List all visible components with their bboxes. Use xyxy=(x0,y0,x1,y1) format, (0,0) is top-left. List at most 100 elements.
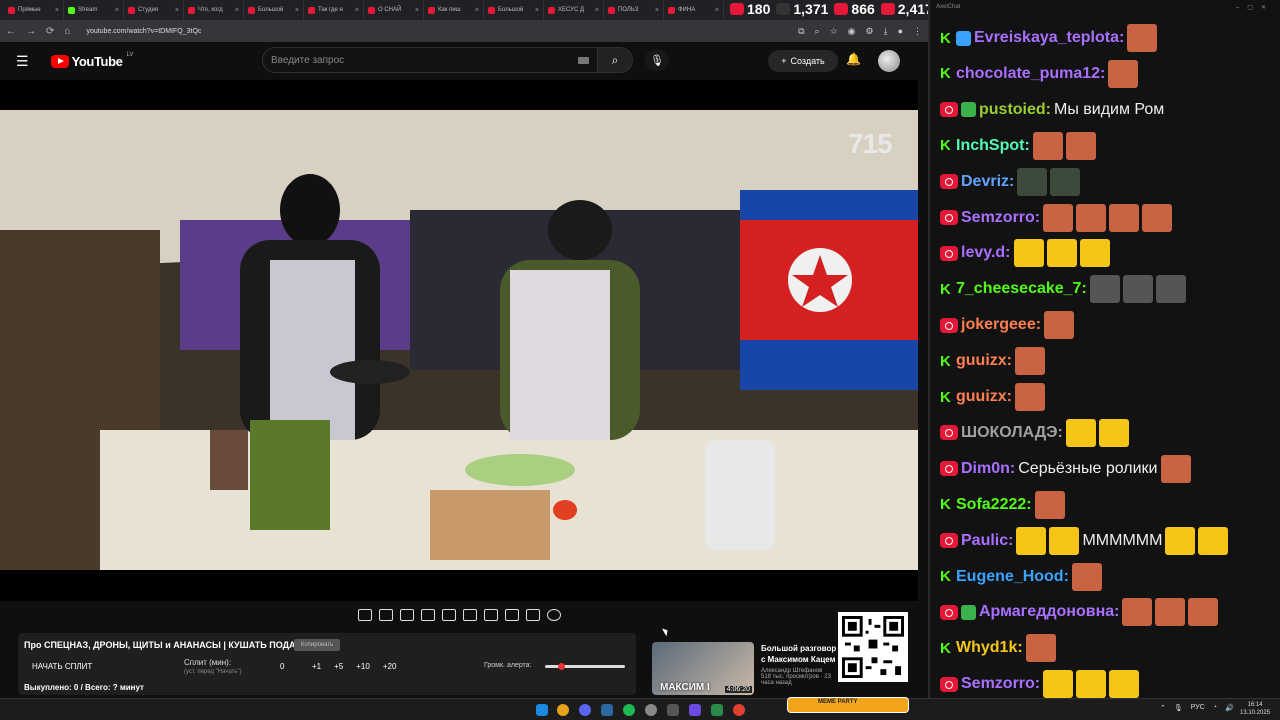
reload-icon[interactable]: ⟳ xyxy=(46,26,54,37)
chat-username[interactable]: chocolate_puma12: xyxy=(956,65,1105,83)
browser-tab[interactable]: Что, когд × xyxy=(184,1,244,19)
screenshot-icon[interactable] xyxy=(525,608,540,621)
copy-button[interactable]: Копировать xyxy=(294,639,340,651)
forward-icon[interactable]: → xyxy=(26,26,36,37)
avatar[interactable] xyxy=(878,50,900,72)
back-icon[interactable]: ← xyxy=(6,26,16,37)
browser-tab[interactable]: О СНАЙ × xyxy=(364,1,424,19)
start-split-button[interactable]: НАЧАТЬ СПЛИТ xyxy=(32,662,92,671)
chat-username[interactable]: jokergeee: xyxy=(961,316,1041,334)
chat-username[interactable]: Армагеддоновна: xyxy=(979,603,1119,621)
video-player[interactable]: 715 xyxy=(0,80,918,601)
close-tab-icon[interactable]: × xyxy=(595,7,599,14)
profile-icon[interactable]: ● xyxy=(898,26,903,37)
discord-icon[interactable] xyxy=(579,704,591,716)
app-icon[interactable] xyxy=(667,704,679,716)
download-icon[interactable]: ⤓ xyxy=(884,26,888,37)
close-tab-icon[interactable]: × xyxy=(55,7,59,14)
extension-icon[interactable]: ◉ xyxy=(848,26,856,37)
loop-icon[interactable] xyxy=(357,608,372,621)
chat-username[interactable]: Sofa2222: xyxy=(956,496,1032,514)
close-tab-icon[interactable]: × xyxy=(415,7,419,14)
chat-username[interactable]: InchSpot: xyxy=(956,137,1030,155)
theater-icon[interactable] xyxy=(462,608,477,621)
chat-username[interactable]: Eugene_Hood: xyxy=(956,568,1069,586)
browser-tab[interactable]: Прямые × xyxy=(4,1,64,19)
alert-volume-slider[interactable] xyxy=(545,663,625,670)
bookmark-star-icon[interactable]: ☆ xyxy=(830,26,838,37)
chat-username[interactable]: Semzorro: xyxy=(961,209,1040,227)
close-tab-icon[interactable]: × xyxy=(295,7,299,14)
close-tab-icon[interactable]: × xyxy=(115,7,119,14)
close-tab-icon[interactable]: × xyxy=(655,7,659,14)
recommended-video-thumbnail[interactable]: МАКСИМ І 4:06:20 xyxy=(652,642,754,695)
clock[interactable]: 16:14 13.10.2025 xyxy=(1240,701,1270,717)
add-icon[interactable] xyxy=(504,608,519,621)
steam-icon[interactable] xyxy=(601,704,613,716)
telegram-icon[interactable] xyxy=(733,704,745,716)
browser-tab[interactable]: ФИНА × xyxy=(664,1,724,19)
zoom-icon[interactable]: ⌕ xyxy=(815,26,820,37)
notifications-bell-icon[interactable]: 🔔 xyxy=(846,52,861,66)
close-tab-icon[interactable]: × xyxy=(475,7,479,14)
recommended-video-info[interactable]: Большой разговор с Максимом Кацем Алекса… xyxy=(761,643,841,686)
keyboard-icon[interactable] xyxy=(578,56,589,64)
split-value[interactable]: 0 xyxy=(280,662,284,671)
speed-icon[interactable] xyxy=(483,608,498,621)
chat-username[interactable]: pustoied: xyxy=(979,101,1051,119)
chat-username[interactable]: Devriz: xyxy=(961,173,1014,191)
recommended-title[interactable]: Большой разговор с Максимом Кацем xyxy=(761,643,841,665)
chat-username[interactable]: Dim0n: xyxy=(961,460,1015,478)
browser-tab[interactable]: Большой × xyxy=(244,1,304,19)
browser-tab[interactable]: Stream × xyxy=(64,1,124,19)
chat-username[interactable]: Semzorro: xyxy=(961,675,1040,693)
settings-gear-icon[interactable] xyxy=(546,608,561,621)
volume-icon[interactable]: 🔊 xyxy=(1225,704,1234,712)
more-icon[interactable]: ⋮ xyxy=(913,26,922,37)
chat-username[interactable]: 7_cheesecake_7: xyxy=(956,280,1087,298)
player-icon[interactable] xyxy=(689,704,701,716)
clip-icon[interactable] xyxy=(399,608,414,621)
chat-username[interactable]: Evreiskaya_teplota: xyxy=(974,29,1124,47)
slider-handle[interactable] xyxy=(558,663,565,670)
chat-username[interactable]: guuizx: xyxy=(956,352,1012,370)
add-5-button[interactable]: +5 xyxy=(334,662,343,671)
add-10-button[interactable]: +10 xyxy=(356,662,370,671)
chat-username[interactable]: ШОКОЛАДЭ: xyxy=(961,424,1063,442)
browser-tab[interactable]: Студия × xyxy=(124,1,184,19)
audio-icon[interactable] xyxy=(378,608,393,621)
close-tab-icon[interactable]: × xyxy=(715,7,719,14)
spotify-icon[interactable] xyxy=(623,704,635,716)
mic-tray-icon[interactable]: 🎙 xyxy=(1174,704,1183,712)
chat-username[interactable]: levy.d: xyxy=(961,244,1011,262)
voice-search-button[interactable]: 🎙 xyxy=(645,49,669,71)
film-icon[interactable] xyxy=(420,608,435,621)
explorer-icon[interactable] xyxy=(711,704,723,716)
home-icon[interactable]: ⌂ xyxy=(64,26,70,37)
window-controls[interactable]: –▢✕ xyxy=(1236,4,1274,12)
chrome-icon[interactable] xyxy=(557,704,569,716)
chat-username[interactable]: Whyd1k: xyxy=(956,639,1023,657)
close-tab-icon[interactable]: × xyxy=(355,7,359,14)
chat-username[interactable]: Paulic: xyxy=(961,532,1013,550)
url-field[interactable]: youtube.com/watch?v=tDMIFQ_3tQc xyxy=(86,28,201,35)
translate-icon[interactable]: ⧉ xyxy=(798,26,804,37)
search-button[interactable]: ⌕ xyxy=(597,47,633,73)
browser-tab[interactable]: Так где н × xyxy=(304,1,364,19)
lang-indicator[interactable]: РУС xyxy=(1191,704,1205,712)
chevron-up-icon[interactable]: ⌃ xyxy=(1160,704,1166,712)
wifi-icon[interactable]: ◔ xyxy=(1213,704,1217,712)
search-input[interactable]: Введите запрос xyxy=(262,47,598,73)
browser-tab[interactable]: ХЕСУС Д × xyxy=(544,1,604,19)
youtube-logo[interactable]: YouTube LV xyxy=(50,52,133,69)
add-1-button[interactable]: +1 xyxy=(312,662,321,671)
browser-tab[interactable]: Большой × xyxy=(484,1,544,19)
chat-username[interactable]: guuizx: xyxy=(956,388,1012,406)
puzzle-icon[interactable]: ⚙ xyxy=(866,26,874,37)
obs-icon[interactable] xyxy=(645,704,657,716)
picture-in-picture-icon[interactable] xyxy=(441,608,456,621)
add-20-button[interactable]: +20 xyxy=(383,662,397,671)
browser-tab[interactable]: ПОЛЬЗ × xyxy=(604,1,664,19)
close-tab-icon[interactable]: × xyxy=(175,7,179,14)
browser-tab[interactable]: Как пиш × xyxy=(424,1,484,19)
